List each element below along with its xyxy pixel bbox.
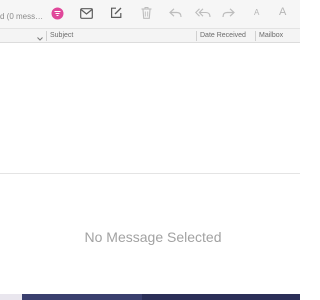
column-separator[interactable] — [46, 31, 47, 41]
compose-icon[interactable] — [110, 7, 122, 19]
get-mail-icon[interactable] — [80, 8, 93, 19]
column-header-date-received[interactable]: Date Received — [200, 30, 246, 42]
window-subtitle: d (0 messa... — [0, 12, 44, 21]
column-separator[interactable] — [255, 31, 256, 41]
trash-icon[interactable] — [141, 7, 152, 19]
text-smaller-icon[interactable]: A — [254, 8, 259, 18]
reply-all-icon[interactable] — [195, 8, 211, 18]
text-larger-icon[interactable]: A — [279, 6, 286, 19]
dock-strip — [0, 294, 300, 300]
message-list[interactable] — [0, 43, 300, 173]
dock-segment — [0, 294, 22, 300]
forward-icon[interactable] — [222, 8, 235, 18]
column-header-subject[interactable]: Subject — [50, 30, 73, 42]
reply-icon[interactable] — [169, 8, 182, 18]
dock-segment — [22, 294, 142, 300]
column-header-mailbox[interactable]: Mailbox — [259, 30, 283, 42]
dock-segment — [142, 294, 300, 300]
column-separator[interactable] — [196, 31, 197, 41]
chevron-down-icon[interactable] — [36, 31, 44, 41]
message-list-header: Subject Date Received Mailbox — [0, 28, 300, 43]
no-message-selected-text: No Message Selected — [84, 229, 222, 245]
filter-icon[interactable] — [51, 7, 64, 20]
toolbar: d (0 messa... A A — [0, 0, 300, 28]
